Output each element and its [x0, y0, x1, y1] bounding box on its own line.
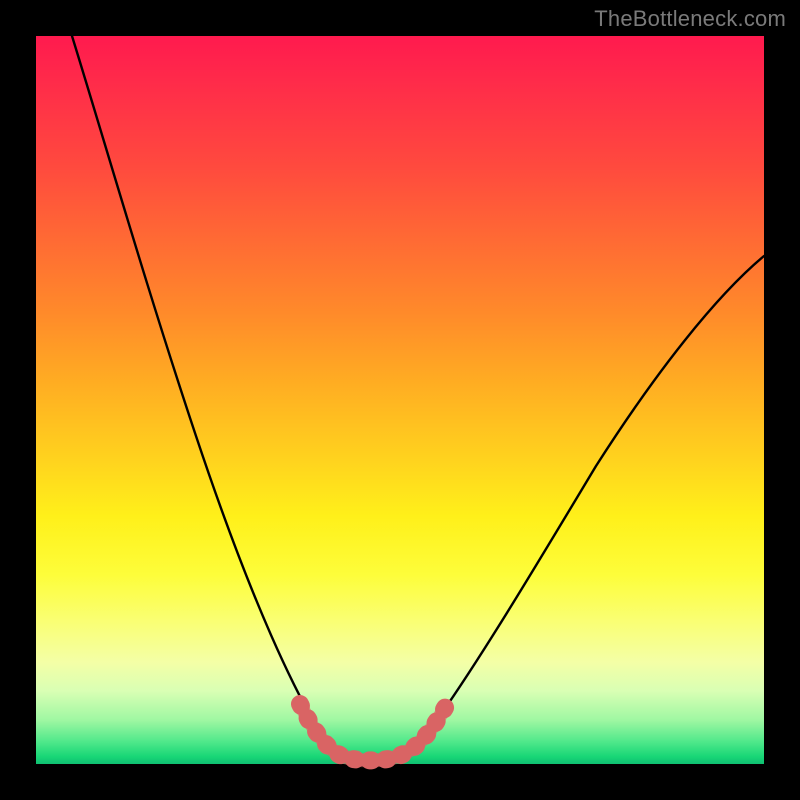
curve-path — [72, 36, 764, 758]
bottleneck-curve — [36, 36, 764, 764]
watermark-text: TheBottleneck.com — [594, 6, 786, 32]
chart-frame: TheBottleneck.com — [0, 0, 800, 800]
plot-area — [36, 36, 764, 764]
